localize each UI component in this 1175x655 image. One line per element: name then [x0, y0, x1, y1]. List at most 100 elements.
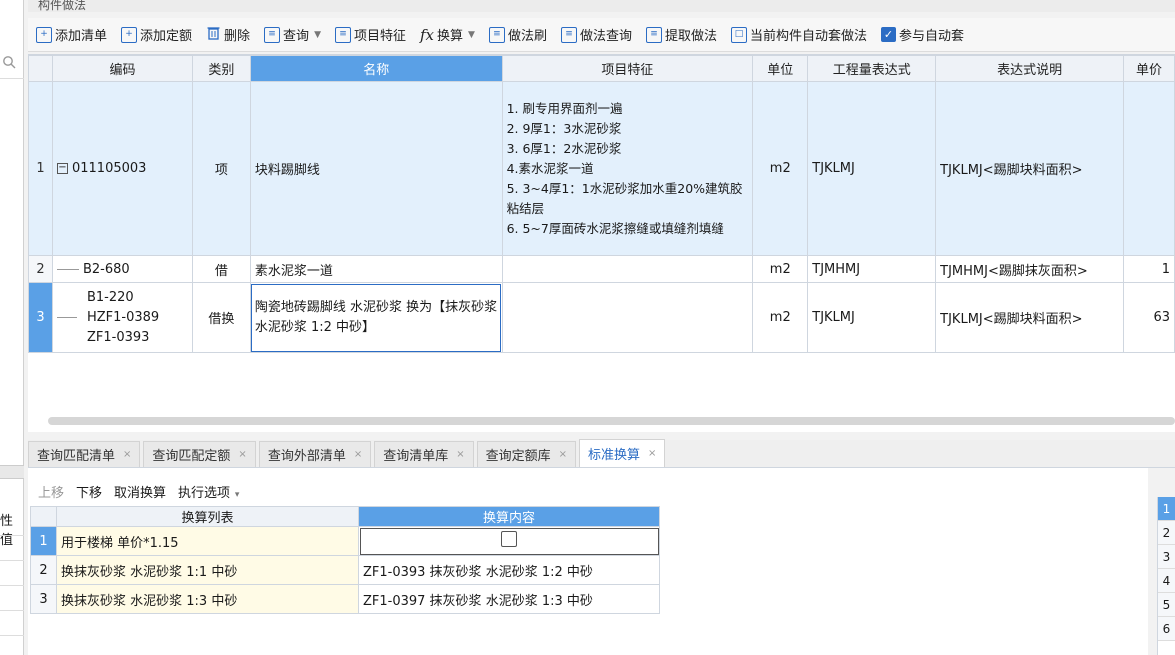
close-icon[interactable]: ×	[559, 449, 567, 460]
header-name[interactable]: 名称	[249, 55, 503, 82]
table-row[interactable]: 3 B1-220 HZF1-0389 ZF1-0393 借换 陶瓷地砖踢脚线 水…	[28, 282, 1175, 353]
conversion-list-cell[interactable]: 用于楼梯 单价*1.15	[56, 526, 359, 556]
tab-query-match-list[interactable]: 查询匹配清单 ×	[28, 441, 141, 467]
function-fx-icon: fx	[420, 25, 435, 44]
table-row[interactable]: 2 B2-680 借 素水泥浆一道 m2 TJMHMJ TJMHMJ<踢脚抹灰面…	[28, 255, 1175, 283]
expression-desc-cell[interactable]: TJMHMJ<踢脚抹灰面积>	[935, 255, 1124, 283]
convert-dropdown[interactable]: fx 换算 ▼	[420, 25, 475, 45]
query-dropdown[interactable]: ≡ 查询 ▼	[264, 25, 321, 44]
right-row-number[interactable]: 4	[1158, 569, 1175, 593]
close-icon[interactable]: ×	[123, 449, 131, 460]
header-type[interactable]: 类别	[191, 55, 251, 82]
price-cell[interactable]: 1	[1123, 255, 1175, 283]
header-price[interactable]: 单价	[1123, 55, 1175, 82]
cancel-conversion-button[interactable]: 取消换算	[114, 482, 166, 501]
panel-title: 构件做法	[28, 0, 1175, 12]
add-list-icon: +	[36, 26, 52, 43]
conversion-content-cell[interactable]	[358, 526, 660, 556]
participate-auto-checkbox[interactable]: ✓ 参与自动套	[881, 25, 964, 44]
right-row-number[interactable]: 5	[1158, 593, 1175, 617]
feature-cell[interactable]: 1. 刷专用界面剂一遍 2. 9厚1：3水泥砂浆 3. 6厚1：2水泥砂浆 4.…	[501, 81, 754, 256]
extract-method-button[interactable]: ≡ 提取做法	[645, 25, 717, 44]
conversion-row[interactable]: 3 换抹灰砂浆 水泥砂浆 1:3 中砂 ZF1-0397 抹灰砂浆 水泥砂浆 1…	[30, 584, 660, 614]
expression-cell[interactable]: TJMHMJ	[807, 255, 937, 283]
price-cell[interactable]	[1123, 81, 1175, 256]
left-panel: 性值	[0, 0, 24, 655]
header-expression[interactable]: 工程量表达式	[807, 55, 937, 82]
name-cell[interactable]: 块料踢脚线	[249, 81, 503, 256]
expression-desc-cell[interactable]: TJKLMJ<踢脚块料面积>	[935, 282, 1124, 353]
collapse-icon[interactable]: −	[56, 163, 68, 174]
header-expression-desc[interactable]: 表达式说明	[935, 55, 1124, 82]
code-cell[interactable]: −011105003	[51, 81, 193, 256]
header-feature[interactable]: 项目特征	[501, 55, 754, 82]
trash-icon	[206, 25, 221, 44]
code-cell[interactable]: B2-680	[51, 255, 193, 283]
conversion-row[interactable]: 2 换抹灰砂浆 水泥砂浆 1:1 中砂 ZF1-0393 抹灰砂浆 水泥砂浆 1…	[30, 555, 660, 585]
conversion-list-cell[interactable]: 换抹灰砂浆 水泥砂浆 1:1 中砂	[56, 555, 359, 585]
expression-desc-cell[interactable]: TJKLMJ<踢脚块料面积>	[935, 81, 1124, 256]
close-icon[interactable]: ×	[456, 449, 464, 460]
add-quota-button[interactable]: + 添加定额	[121, 25, 192, 44]
horizontal-scrollbar[interactable]	[48, 417, 1175, 425]
conversion-content-cell[interactable]: ZF1-0397 抹灰砂浆 水泥砂浆 1:3 中砂	[358, 584, 660, 614]
close-icon[interactable]: ×	[648, 448, 656, 459]
type-cell[interactable]: 借	[191, 255, 251, 283]
conversion-row[interactable]: 1 用于楼梯 单价*1.15	[30, 526, 660, 556]
price-cell[interactable]: 63	[1123, 282, 1175, 353]
method-query-icon: ≡	[560, 26, 577, 43]
name-edit-cell[interactable]: 陶瓷地砖踢脚线 水泥砂浆 换为【抹灰砂浆 水泥砂浆 1:2 中砂】	[249, 282, 503, 353]
add-list-button[interactable]: + 添加清单	[36, 25, 107, 44]
unit-cell[interactable]: m2	[752, 255, 809, 283]
row-number: 2	[28, 255, 53, 283]
move-up-button[interactable]: 上移	[38, 482, 64, 501]
row-number: 3	[28, 282, 53, 353]
close-icon[interactable]: ×	[354, 449, 362, 460]
name-cell[interactable]: 素水泥浆一道	[249, 255, 503, 283]
type-cell[interactable]: 项	[191, 81, 251, 256]
right-row-number[interactable]: 3	[1158, 545, 1175, 569]
close-icon[interactable]: ×	[238, 449, 246, 460]
tab-query-quota-library[interactable]: 查询定额库 ×	[476, 441, 577, 467]
auto-apply-method-button[interactable]: □ 当前构件自动套做法	[731, 25, 867, 44]
tab-query-external-list[interactable]: 查询外部清单 ×	[258, 441, 372, 467]
header-code[interactable]: 编码	[51, 55, 193, 82]
search-icon[interactable]	[2, 55, 22, 75]
chevron-down-icon: ▾	[232, 489, 240, 500]
right-row-number[interactable]: 1	[1158, 497, 1175, 521]
checkbox-checked-icon: ✓	[881, 27, 897, 42]
tab-query-list-library[interactable]: 查询清单库 ×	[374, 441, 474, 467]
conversion-list-cell[interactable]: 换抹灰砂浆 水泥砂浆 1:3 中砂	[56, 584, 359, 614]
right-side-grid: 1 2 3 4 5 6	[1157, 497, 1175, 655]
conversion-toolbar: 上移 下移 取消换算 执行选项 ▾	[28, 478, 1148, 504]
item-feature-button[interactable]: ≡ 项目特征	[334, 25, 406, 44]
header-conversion-list[interactable]: 换算列表	[56, 506, 359, 527]
type-cell[interactable]: 借换	[191, 282, 251, 353]
exec-options-dropdown[interactable]: 执行选项 ▾	[178, 482, 239, 501]
method-brush-button[interactable]: ≡ 做法刷	[488, 25, 547, 44]
tab-standard-conversion[interactable]: 标准换算 ×	[579, 439, 666, 467]
expression-cell[interactable]: TJKLMJ	[807, 81, 937, 256]
expression-cell[interactable]: TJKLMJ	[807, 282, 937, 353]
delete-button[interactable]: 删除	[206, 25, 250, 44]
feature-cell[interactable]	[501, 282, 754, 353]
right-row-number[interactable]: 2	[1158, 521, 1175, 545]
code-cell[interactable]: B1-220 HZF1-0389 ZF1-0393	[51, 282, 193, 353]
left-panel-divider	[0, 465, 24, 479]
feature-cell[interactable]	[501, 255, 754, 283]
method-grid: 编码 类别 名称 项目特征 单位 工程量表达式 表达式说明 单价 1 −0111…	[28, 54, 1175, 432]
move-down-button[interactable]: 下移	[76, 482, 102, 501]
table-header-row: 编码 类别 名称 项目特征 单位 工程量表达式 表达式说明 单价	[28, 55, 1175, 82]
header-conversion-content[interactable]: 换算内容	[358, 506, 660, 527]
query-icon: ≡	[264, 26, 281, 43]
unit-cell[interactable]: m2	[752, 81, 809, 256]
method-query-button[interactable]: ≡ 做法查询	[560, 25, 632, 44]
conversion-checkbox[interactable]	[501, 531, 517, 547]
unit-cell[interactable]: m2	[752, 282, 809, 353]
right-row-number[interactable]: 6	[1158, 617, 1175, 641]
extract-method-icon: ≡	[645, 26, 662, 43]
conversion-content-cell[interactable]: ZF1-0393 抹灰砂浆 水泥砂浆 1:2 中砂	[358, 555, 660, 585]
table-row[interactable]: 1 −011105003 项 块料踢脚线 1. 刷专用界面剂一遍 2. 9厚1：…	[28, 81, 1175, 256]
header-unit[interactable]: 单位	[752, 55, 809, 82]
tab-query-match-quota[interactable]: 查询匹配定额 ×	[143, 441, 256, 467]
